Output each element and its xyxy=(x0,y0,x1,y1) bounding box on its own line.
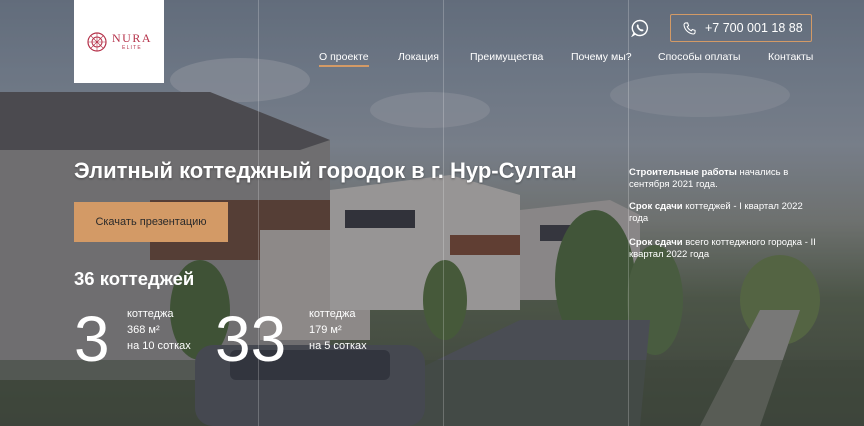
hero-title: Элитный коттеджный городок в г. Нур-Султ… xyxy=(74,158,577,183)
nav-item-about[interactable]: О проекте xyxy=(319,51,369,67)
info-bold: Срок сдачи xyxy=(629,201,683,212)
stat-line: 368 м² xyxy=(127,324,160,336)
download-presentation-button[interactable]: Скачать презентацию xyxy=(74,202,228,242)
stat-number: 33 xyxy=(215,303,287,375)
nav-item-payment[interactable]: Способы оплаты xyxy=(658,51,740,63)
main-nav: О проекте Локация Преимущества Почему мы… xyxy=(0,51,864,69)
info-cottages-deadline: Срок сдачи коттеджей - I квартал 2022 го… xyxy=(629,201,819,224)
info-town-deadline: Срок сдачи всего коттеджного городка - I… xyxy=(629,237,819,260)
cottage-count: 36 коттеджей xyxy=(74,268,195,289)
nav-item-advantages[interactable]: Преимущества xyxy=(470,51,543,63)
stat-line: 179 м² xyxy=(309,324,342,336)
stat-details: коттеджа 368 м² на 10 сотках xyxy=(127,306,191,354)
nav-item-location[interactable]: Локация xyxy=(398,51,439,63)
phone-number: +7 700 001 18 88 xyxy=(705,21,803,35)
stat-details: коттеджа 179 м² на 5 сотках xyxy=(309,306,367,354)
nav-item-contacts[interactable]: Контакты xyxy=(768,51,813,63)
stat-line: коттеджа xyxy=(309,308,356,320)
logo-emblem-icon xyxy=(87,31,107,52)
info-bold: Срок сдачи xyxy=(629,237,683,248)
phone-icon xyxy=(683,21,696,34)
whatsapp-icon[interactable] xyxy=(631,19,649,37)
logo-name: NURA xyxy=(111,31,152,45)
stat-line: коттеджа xyxy=(127,308,174,320)
stat-number: 3 xyxy=(74,303,110,375)
info-construction-start: Строительные работы начались в сентября … xyxy=(629,167,819,190)
info-bold: Строительные работы xyxy=(629,167,737,178)
phone-button[interactable]: +7 700 001 18 88 xyxy=(670,14,812,42)
nav-item-why-us[interactable]: Почему мы? xyxy=(571,51,632,63)
stat-line: на 5 сотках xyxy=(309,340,367,352)
stat-line: на 10 сотках xyxy=(127,340,191,352)
logo[interactable]: NURA ELITE xyxy=(74,0,164,83)
